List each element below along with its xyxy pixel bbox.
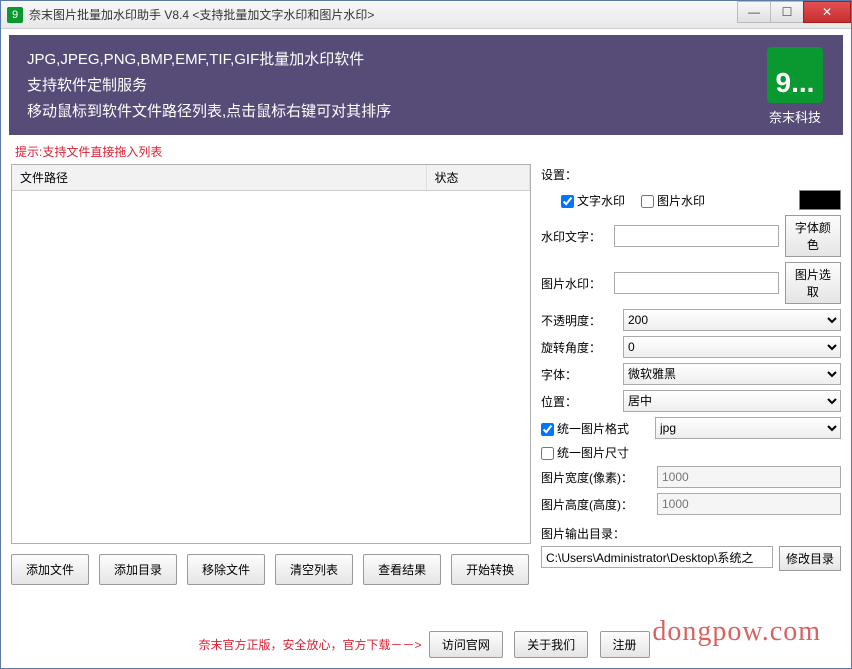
add-dir-button[interactable]: 添加目录 xyxy=(99,554,177,585)
image-wm-input[interactable] xyxy=(614,272,779,294)
visit-site-button[interactable]: 访问官网 xyxy=(429,631,503,658)
width-input[interactable] xyxy=(657,466,841,488)
start-convert-button[interactable]: 开始转换 xyxy=(451,554,529,585)
font-color-button[interactable]: 字体颜色 xyxy=(785,215,841,257)
view-result-button[interactable]: 查看结果 xyxy=(363,554,441,585)
logo-icon: 9... xyxy=(767,47,823,103)
format-select[interactable]: jpg xyxy=(655,417,841,439)
image-watermark-check[interactable]: 图片水印 xyxy=(641,192,705,209)
banner-line3: 移动鼠标到软件文件路径列表,点击鼠标右键可对其排序 xyxy=(27,99,825,125)
rotate-select[interactable]: 0 xyxy=(623,336,841,358)
col-status[interactable]: 状态 xyxy=(426,165,530,191)
position-label: 位置： xyxy=(541,393,617,410)
footer: 奈末官方正版，安全放心，官方下载－－> 访问官网 关于我们 注册 xyxy=(1,631,851,658)
position-select[interactable]: 居中 xyxy=(623,390,841,412)
height-input[interactable] xyxy=(657,493,841,515)
opacity-select[interactable]: 200 xyxy=(623,309,841,331)
change-dir-button[interactable]: 修改目录 xyxy=(779,546,841,571)
settings-title: 设置： xyxy=(541,164,577,185)
image-wm-label: 图片水印： xyxy=(541,275,608,292)
wm-text-label: 水印文字： xyxy=(541,228,608,245)
image-pick-button[interactable]: 图片选取 xyxy=(785,262,841,304)
height-label: 图片高度(高度)： xyxy=(541,496,651,513)
banner: JPG,JPEG,PNG,BMP,EMF,TIF,GIF批量加水印软件 支持软件… xyxy=(9,35,843,135)
window-title: 奈末图片批量加水印助手 V8.4 <支持批量加文字水印和图片水印> xyxy=(29,6,851,23)
text-watermark-check[interactable]: 文字水印 xyxy=(561,192,625,209)
font-label: 字体： xyxy=(541,366,617,383)
remove-file-button[interactable]: 移除文件 xyxy=(187,554,265,585)
minimize-button[interactable]: — xyxy=(737,1,771,23)
add-file-button[interactable]: 添加文件 xyxy=(11,554,89,585)
rotate-label: 旋转角度： xyxy=(541,339,617,356)
titlebar: 9 奈末图片批量加水印助手 V8.4 <支持批量加文字水印和图片水印> — ☐ … xyxy=(1,1,851,29)
hint-text: 提示:支持文件直接拖入列表 xyxy=(1,139,851,164)
font-select[interactable]: 微软雅黑 xyxy=(623,363,841,385)
unify-size-check[interactable]: 统一图片尺寸 xyxy=(541,444,629,461)
app-icon: 9 xyxy=(7,7,23,23)
output-dir-input[interactable] xyxy=(541,546,773,568)
logo-text: 奈末科技 xyxy=(767,107,823,126)
about-button[interactable]: 关于我们 xyxy=(514,631,588,658)
color-swatch[interactable] xyxy=(799,190,841,210)
banner-line1: JPG,JPEG,PNG,BMP,EMF,TIF,GIF批量加水印软件 xyxy=(27,47,825,73)
banner-line2: 支持软件定制服务 xyxy=(27,73,825,99)
unify-format-check[interactable]: 统一图片格式 xyxy=(541,420,629,437)
clear-list-button[interactable]: 清空列表 xyxy=(275,554,353,585)
output-dir-label: 图片输出目录： xyxy=(541,525,841,542)
col-path[interactable]: 文件路径 xyxy=(12,165,426,191)
width-label: 图片宽度(像素)： xyxy=(541,469,651,486)
wm-text-input[interactable] xyxy=(614,225,779,247)
close-button[interactable]: ✕ xyxy=(803,1,851,23)
logo: 9... 奈末科技 xyxy=(767,47,823,126)
file-table[interactable]: 文件路径 状态 xyxy=(11,164,531,544)
opacity-label: 不透明度： xyxy=(541,312,617,329)
register-button[interactable]: 注册 xyxy=(600,631,650,658)
maximize-button[interactable]: ☐ xyxy=(770,1,804,23)
footer-text: 奈末官方正版，安全放心，官方下载－－> xyxy=(198,636,421,653)
